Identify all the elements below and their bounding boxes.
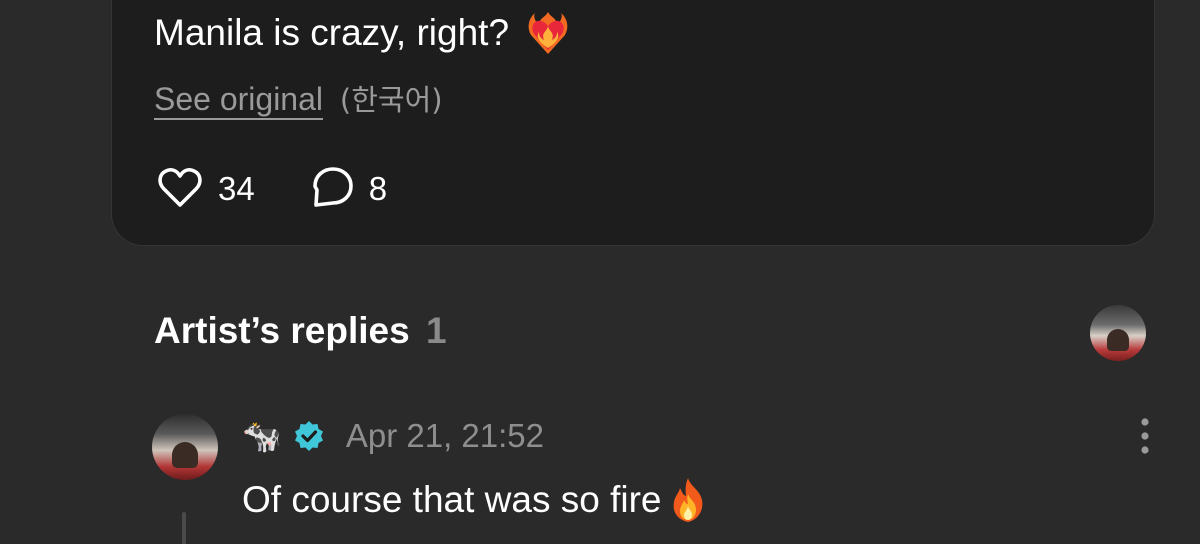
heart-on-fire-icon [525, 10, 571, 56]
see-original-link[interactable]: See original [154, 81, 323, 120]
artist-avatar[interactable] [1090, 305, 1146, 361]
post-body: Manila is crazy, right? [154, 10, 571, 56]
heart-icon [156, 165, 204, 214]
fire-icon [666, 476, 710, 524]
reply-author-name[interactable]: 🐄 [242, 416, 282, 456]
artist-replies-count: 1 [425, 310, 447, 351]
artist-replies-title: Artist’s replies [154, 310, 410, 351]
reply-meta: 🐄 Apr 21, 21:52 [242, 414, 544, 458]
comment-bubble-icon [311, 165, 355, 214]
reply-timestamp: Apr 21, 21:52 [345, 417, 544, 454]
artist-replies-heading: Artist’s replies 1 [154, 308, 447, 354]
verified-badge-icon [294, 421, 324, 451]
vertical-dots-icon [1130, 418, 1160, 462]
post-actions: 34 8 [156, 166, 387, 212]
thread-connector-line [182, 512, 186, 544]
like-count: 34 [218, 170, 255, 207]
post-text: Manila is crazy, right? [154, 12, 510, 53]
reply-body: Of course that was so fire [242, 476, 710, 524]
like-button[interactable]: 34 [156, 165, 255, 214]
translation-row: See original (한국어) [154, 79, 443, 120]
original-language-label: (한국어) [339, 83, 443, 117]
reply-author-avatar[interactable] [152, 414, 218, 480]
comment-count: 8 [368, 170, 388, 207]
avatar-figure [1106, 328, 1130, 351]
page: Manila is crazy, right? See original (한국… [0, 0, 1200, 544]
avatar-figure [171, 441, 199, 469]
more-options-button[interactable] [1130, 414, 1160, 458]
comment-button[interactable]: 8 [311, 165, 387, 214]
reply-text: Of course that was so fire [242, 479, 662, 520]
